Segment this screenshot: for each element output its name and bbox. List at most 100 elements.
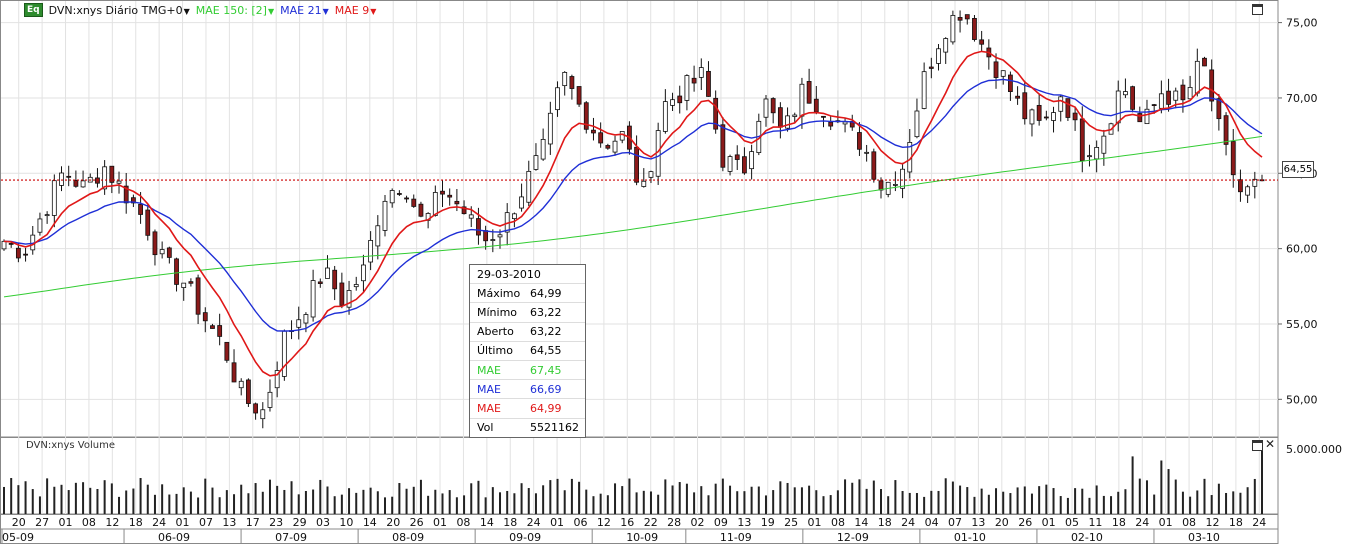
month-label: 10-09 [626,531,658,544]
volume-bar [923,496,926,514]
candle-body [411,198,417,207]
x-tick-label: 01 [59,516,73,529]
volume-bar [189,491,192,514]
month-label: 08-09 [392,531,424,544]
volume-bar [1045,484,1048,514]
candle-body [619,131,625,141]
volume-bar [1217,483,1220,514]
candle-body [785,115,790,129]
candle-body [1022,92,1028,120]
volume-bar [1210,495,1213,514]
candle-body [742,156,747,174]
tooltip-row: MAE 64,99 [470,398,585,417]
volume-bar [880,489,883,514]
candle-body [598,132,604,144]
candle-body [468,214,474,219]
volume-bar [182,487,185,514]
volume-bar [340,494,343,514]
candle-body [871,151,877,180]
candle-body [842,121,848,125]
volume-bar [743,491,746,514]
volume-bar [678,482,681,514]
x-tick-label: 18 [129,516,143,529]
tooltip-row: Último 64,55 [470,340,585,360]
volume-axis-label: 5.000.000 [1286,443,1342,456]
volume-bar [937,490,940,514]
volume-bar [829,495,832,514]
volume-bar [125,490,128,514]
chevron-down-icon: ▼ [183,6,190,16]
candle-body [396,193,402,195]
candle-body [792,114,798,117]
volume-bar [1088,497,1091,514]
maximize-icon[interactable] [1252,4,1263,15]
candle-body [483,230,489,242]
candle-body [389,190,395,204]
mae9-selector[interactable]: MAE 9▼ [335,4,377,17]
volume-bar [1239,492,1242,514]
x-tick-label: 29 [293,516,307,529]
candle-body [979,39,985,45]
volume-bar [67,490,70,514]
tooltip-key: Vol [477,421,494,435]
candle-body [914,110,920,138]
volume-bar [53,486,56,514]
equity-badge: Eq [24,3,43,17]
tooltip-value: 64,55 [530,344,562,358]
candle-body [555,87,560,111]
volume-bar [534,493,537,514]
volume-bar [1009,493,1012,514]
candle-body [662,101,668,132]
close-icon[interactable]: ✕ [1265,438,1275,450]
candle-body [943,38,949,53]
x-tick-label: 07 [948,516,962,529]
candle-body [44,214,50,217]
volume-bar [966,487,969,514]
month-label: 02-10 [1071,531,1103,544]
candle-body [957,17,963,21]
volume-bar [1225,492,1228,514]
mae21-selector[interactable]: MAE 21▼ [280,4,329,17]
symbol-selector[interactable]: DVN:xnys Diário TMG+0▼ [49,4,190,17]
x-tick-label: 27 [35,516,49,529]
volume-bar [995,488,998,514]
volume-bar [736,491,739,514]
volume-bar [578,481,581,514]
volume-bar [599,493,602,514]
volume-bar [240,484,243,514]
x-tick-label: 01 [550,516,564,529]
candle-body [828,121,834,127]
candle-body [691,77,697,84]
x-tick-label: 20 [386,516,400,529]
candle-body [346,290,352,308]
volume-bar [844,479,847,514]
volume-bar [441,493,444,514]
candle-body [734,154,740,160]
volume-pane [0,437,1279,515]
volume-bar [649,491,652,514]
volume-bar [808,485,811,514]
candle-body [1029,109,1035,125]
volume-bar [204,478,207,514]
candle-body [174,258,179,285]
mae150-selector[interactable]: MAE 150: [2]▼ [196,4,274,17]
candle-body [928,66,934,69]
candle-body [706,70,711,97]
candle-body [37,218,43,233]
candle-body [73,179,79,187]
volume-bar [664,479,667,514]
candle-body [1137,113,1143,123]
x-tick-label: 20 [995,516,1009,529]
x-tick-label: 23 [269,516,283,529]
x-tick-label: 22 [644,516,658,529]
volume-bar [556,478,559,514]
volume-bar [233,494,236,514]
maximize-icon[interactable] [1252,440,1263,451]
price-volume-chart: 20 27 01 08 12 18 24 01 07 13 17 23 29 03 10 14 20 26 01 08… [0,0,1342,544]
candle-body [1008,74,1013,92]
volume-bar [959,485,962,514]
volume-bar [858,479,861,514]
candle-body [1230,141,1236,176]
candle-body [296,319,302,328]
volume-bar [592,496,595,514]
